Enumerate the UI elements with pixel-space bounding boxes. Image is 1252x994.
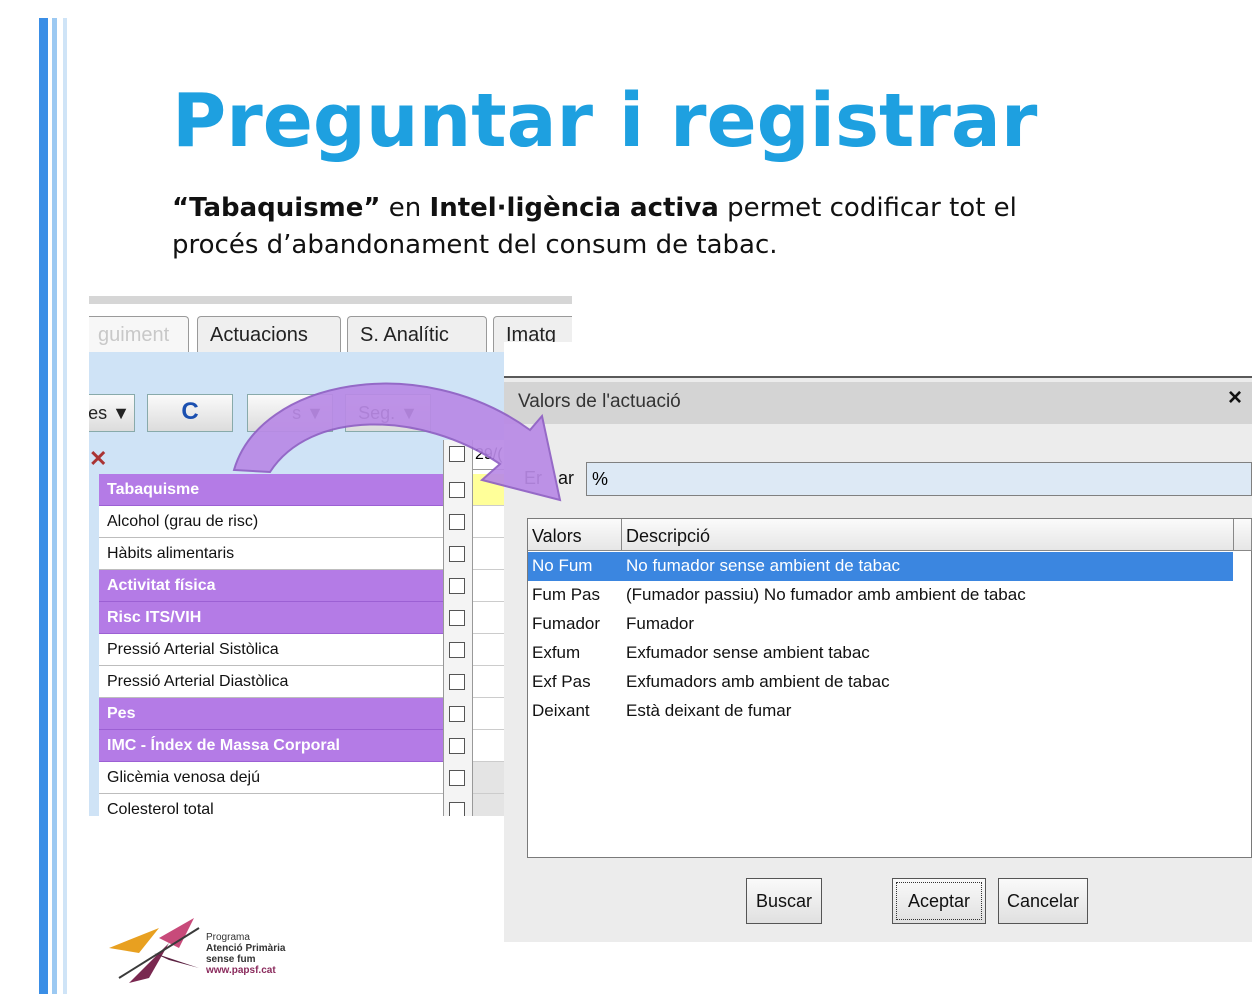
subtitle-term-app: Intel·ligència activa [429,193,719,223]
list-item[interactable]: Colesterol total [99,794,444,816]
row-checkbox[interactable] [449,770,465,786]
filter-input[interactable]: % [586,462,1252,496]
logo-line-2: Atenció Primària [206,943,286,954]
column-header-descripcio[interactable]: Descripció [622,519,1234,551]
filter-dropdown-button[interactable]: es ▼ [89,394,135,432]
row-checkbox[interactable] [449,642,465,658]
row-checkbox[interactable] [449,610,465,626]
buscar-button[interactable]: Buscar [746,878,822,924]
slide-accent-bar-3 [63,18,67,994]
dialog-titlebar: Valors de l'actuació × [504,382,1252,424]
table-row[interactable]: Exfum Exfumador sense ambient tabac [528,639,1233,668]
cell-valor: Fum Pas [532,585,601,604]
dialog-backdrop-toolbar [504,342,1252,378]
list-item[interactable]: Glicèmia venosa dejú [99,762,444,794]
slide-subtitle: “Tabaquisme” en Intel·ligència activa pe… [172,190,1032,264]
tab-seguiment[interactable]: guiment [89,316,189,352]
row-checkbox[interactable] [449,802,465,816]
list-item[interactable]: Risc ITS/VIH [99,602,444,634]
cell-descripcio: Està deixant de fumar [626,701,792,720]
cancelar-button[interactable]: Cancelar [998,878,1088,924]
table-row[interactable]: Deixant Està deixant de fumar [528,697,1233,726]
cell-valor: Deixant [532,701,590,720]
cell-descripcio: Exfumadors amb ambient de tabac [626,672,890,691]
cell-valor: Exf Pas [532,672,591,691]
row-checkbox[interactable] [449,546,465,562]
list-item[interactable]: Hàbits alimentaris [99,538,444,570]
subtitle-text-1: en [380,193,430,223]
arrow-shape [232,382,562,502]
close-icon[interactable]: ✕ [89,446,107,472]
column-header-valors[interactable]: Valors [528,519,622,551]
cell-descripcio: Exfumador sense ambient tabac [626,643,870,662]
cell-descripcio: (Fumador passiu) No fumador amb ambient … [626,585,1026,604]
cell-valor: Exfum [532,643,581,662]
valors-dialog: Valors de l'actuació × Erar % Valors Des… [504,342,1252,942]
table-row[interactable]: Exf Pas Exfumadors amb ambient de tabac [528,668,1233,697]
values-table: Valors Descripció No Fum No fumador sens… [527,518,1252,858]
list-item[interactable]: Activitat física [99,570,444,602]
row-checkbox[interactable] [449,578,465,594]
logo-line-1: Programa [206,932,250,943]
slide-title: Preguntar i registrar [172,78,1038,164]
tab-bar: guiment Actuacions S. Analític Imatg [89,296,572,354]
list-item[interactable]: IMC - Índex de Massa Corporal [99,730,444,762]
cell-valor: No Fum [532,556,593,575]
cell-descripcio: No fumador sense ambient de tabac [626,556,901,575]
table-row[interactable]: No Fum No fumador sense ambient de tabac [528,552,1233,581]
column-header-extra [1234,519,1252,551]
actuacions-list: Tabaquisme Alcohol (grau de risc) Hàbits… [99,474,444,816]
cell-descripcio: Fumador [626,614,695,633]
program-logo-text: Programa Atenció Primària sense fum www.… [206,932,285,976]
tab-actuacions[interactable]: Actuacions [197,316,341,352]
tab-bar-strip [89,296,572,304]
list-item[interactable]: Pressió Arterial Diastòlica [99,666,444,698]
list-item[interactable]: Pressió Arterial Sistòlica [99,634,444,666]
tab-s-analitic[interactable]: S. Analític [347,316,487,352]
cell-valor: Fumador [532,614,601,633]
slide-accent-bar [39,18,48,994]
row-checkbox[interactable] [449,674,465,690]
row-checkbox[interactable] [449,706,465,722]
row-checkbox[interactable] [449,738,465,754]
slide-accent-bar-2 [52,18,57,994]
logo-url[interactable]: www.papsf.cat [206,965,285,976]
table-row[interactable]: Fumador Fumador [528,610,1233,639]
list-item[interactable]: Pes [99,698,444,730]
close-icon[interactable]: × [1228,384,1252,414]
logo-line-3: sense fum [206,954,256,965]
aceptar-button[interactable]: Aceptar [892,878,986,924]
curved-arrow-icon [232,382,562,502]
subtitle-term-tabaquisme: “Tabaquisme” [172,193,381,223]
table-row[interactable]: Fum Pas (Fumador passiu) No fumador amb … [528,581,1233,610]
